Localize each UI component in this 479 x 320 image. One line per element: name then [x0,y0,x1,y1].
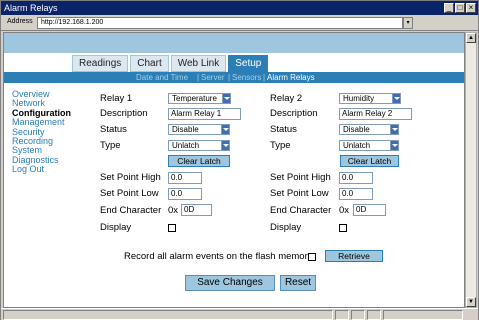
relay1-display-checkbox[interactable] [168,224,176,232]
relay1-status-value: Disable [172,125,199,134]
chevron-down-icon [390,141,398,150]
relay2-description-label: Description [270,108,318,119]
scroll-up-icon[interactable]: ▲ [466,33,476,43]
relay1-end-char-input[interactable]: 0D [181,204,212,216]
subnav-divider: | [263,73,266,82]
relay2-sensor-select[interactable]: Humidity [339,93,401,104]
chevron-down-icon [221,125,229,134]
page-viewport: Readings Chart Web Link Setup Date and T… [3,32,465,308]
chevron-down-icon [392,94,400,103]
close-icon[interactable]: × [466,3,476,13]
retrieve-button[interactable]: Retrieve [325,250,383,262]
relay2-end-char-input[interactable]: 0D [353,204,386,216]
relay1-sensor-value: Temperature [172,94,217,103]
tab-setup[interactable]: Setup [228,55,269,72]
relay2-status-value: Disable [343,125,370,134]
relay2-setpoint-high-label: Set Point High [270,172,331,183]
relay2-setpoint-low-label: Set Point Low [270,188,329,199]
chevron-down-icon [221,141,229,150]
relay1-setpoint-low-label: Set Point Low [100,188,159,199]
relay1-type-label: Type [100,140,121,151]
title-bar: Alarm Relays _ □ × [1,1,478,15]
sidebar: Overview Network Configuration Managemen… [12,89,96,175]
relay1-setpoint-high-label: Set Point High [100,172,161,183]
tab-web-link[interactable]: Web Link [170,55,227,72]
status-bar [1,308,478,320]
sub-navigation: Date and Time | Server | Sensors | Alarm… [4,72,464,83]
status-segment [367,310,381,320]
relay1-end-char-label: End Character [100,205,162,216]
chevron-down-icon [222,94,230,103]
relay2-type-select[interactable]: Unlatch [339,140,399,151]
scroll-down-icon[interactable]: ▼ [466,297,476,307]
tab-readings[interactable]: Readings [72,55,129,72]
save-changes-button[interactable]: Save Changes [185,275,275,291]
relay2-type-label: Type [270,140,291,151]
status-segment [383,310,463,320]
relay1-hex-prefix: 0x [168,205,179,216]
relay2-sensor-value: Humidity [343,94,375,103]
minimize-icon[interactable]: _ [444,3,454,13]
relay2-display-checkbox[interactable] [339,224,347,232]
maximize-icon[interactable]: □ [455,3,465,13]
status-segment [335,310,349,320]
subnav-divider: | [228,73,231,82]
address-bar: Address http://192.168.1.200 ▾ [1,15,478,31]
subnav-alarm-relays[interactable]: Alarm Relays [267,72,315,83]
vertical-scrollbar[interactable]: ▲ ▼ [465,32,477,308]
relay2-description-input[interactable]: Alarm Relay 2 [339,108,412,120]
relay1-status-label: Status [100,124,127,135]
relay2-label: Relay 2 [270,93,303,104]
relay2-status-label: Status [270,124,297,135]
relay1-clear-latch-button[interactable]: Clear Latch [168,155,230,167]
address-label: Address [7,18,33,25]
relay2-setpoint-high-input[interactable]: 0.0 [339,172,373,184]
relay2-clear-latch-button[interactable]: Clear Latch [340,155,399,167]
relay2-setpoint-low-input[interactable]: 0.0 [339,188,373,200]
main-tabs: Readings Chart Web Link Setup [72,55,270,72]
relay1-description-label: Description [100,108,148,119]
relay2-status-select[interactable]: Disable [339,124,399,135]
sidebar-item-log-out[interactable]: Log Out [12,164,96,174]
subnav-server[interactable]: Server [201,72,225,83]
relay1-sensor-select[interactable]: Temperature [168,93,231,104]
tab-chart[interactable]: Chart [130,55,169,72]
record-events-checkbox[interactable] [308,253,316,261]
reset-button[interactable]: Reset [280,275,316,291]
window-title: Alarm Relays [4,3,58,13]
relay1-setpoint-high-input[interactable]: 0.0 [168,172,202,184]
address-dropdown-icon[interactable]: ▾ [403,17,413,29]
relay2-end-char-label: End Character [270,205,332,216]
address-input[interactable]: http://192.168.1.200 [37,17,403,29]
subnav-sensors[interactable]: Sensors [232,72,261,83]
relay2-type-value: Unlatch [343,141,371,150]
relay1-label: Relay 1 [100,93,133,104]
subnav-date-time[interactable]: Date and Time [136,72,188,83]
relay1-display-label: Display [100,222,132,233]
relay1-description-input[interactable]: Alarm Relay 1 [168,108,241,120]
relay2-display-label: Display [270,222,302,233]
header-band [4,33,464,53]
relay1-status-select[interactable]: Disable [168,124,230,135]
relay1-type-select[interactable]: Unlatch [168,140,230,151]
browser-window: Alarm Relays _ □ × Address http://192.16… [0,0,479,320]
status-segment [351,310,365,320]
record-events-label: Record all alarm events on the flash mem… [124,251,313,262]
relay2-hex-prefix: 0x [339,205,350,216]
status-segment [3,310,333,320]
subnav-divider: | [197,73,200,82]
relay1-type-value: Unlatch [172,141,200,150]
chevron-down-icon [390,125,398,134]
relay1-setpoint-low-input[interactable]: 0.0 [168,188,202,200]
